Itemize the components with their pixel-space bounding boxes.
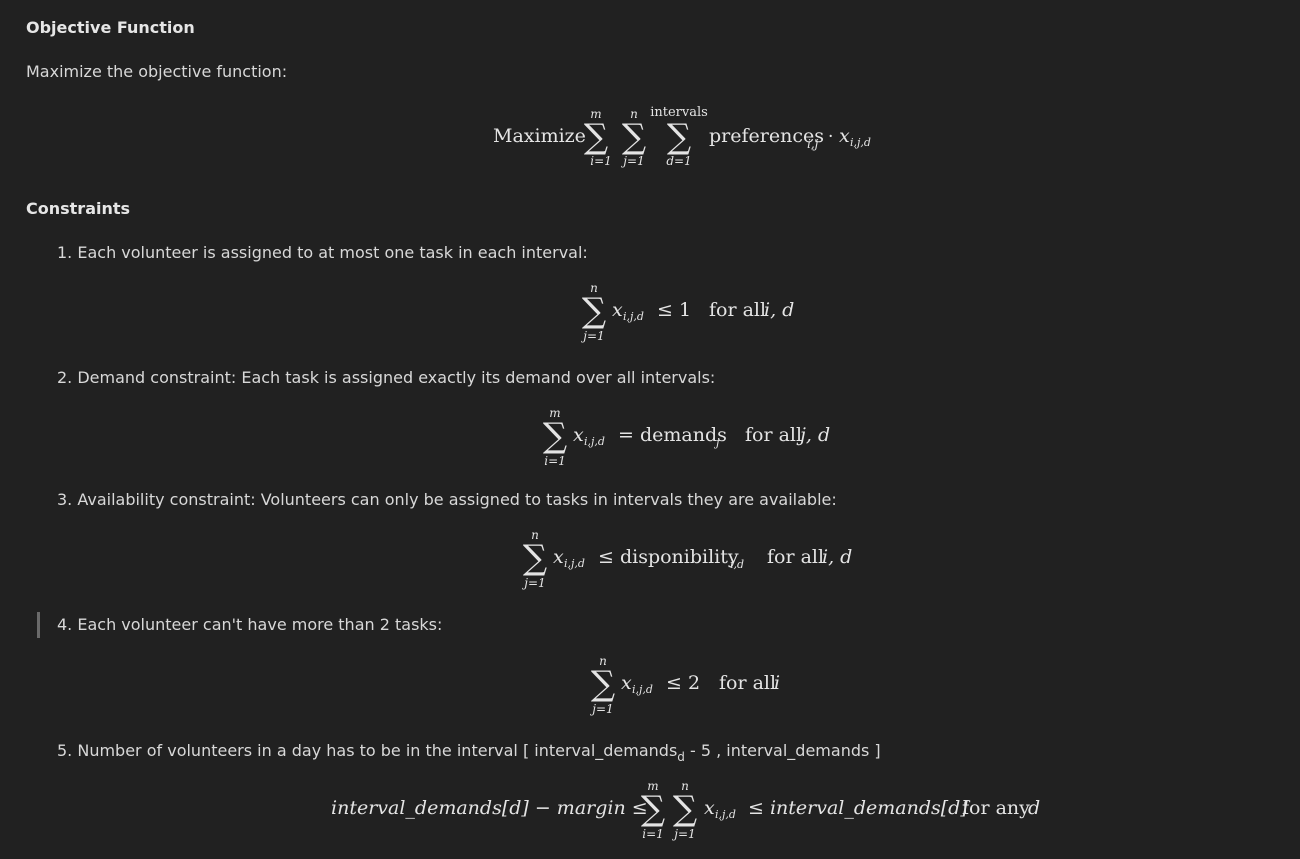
c5-right-expression: ≤ interval_demands[d] (748, 797, 968, 819)
c1-indices: i, d (764, 299, 794, 321)
sum1-lower: i=1 (590, 154, 612, 168)
objective-heading: Objective Function (26, 18, 195, 37)
c5-label-pre: 5. Number of volunteers in a day has to … (57, 741, 678, 760)
c3-x-subscript: i,j,d (564, 557, 585, 570)
constraint-5-label: 5. Number of volunteers in a day has to … (57, 741, 881, 764)
c2-qualifier: for all (745, 424, 802, 446)
sum2-lower: j=1 (620, 154, 644, 168)
c3-relation-subscript: i,d (730, 558, 744, 571)
c2-x-variable: x (573, 424, 584, 446)
c3-sum-lower: j=1 (521, 576, 545, 590)
sum3-sigma: ∑ (667, 117, 691, 157)
c5-sum2-sigma: ∑ (673, 789, 697, 829)
c4-relation: ≤ 2 (666, 672, 700, 694)
constraint-3-label: 3. Availability constraint: Volunteers c… (57, 490, 837, 509)
c5-indices: d (1028, 797, 1040, 819)
sum3-lower: d=1 (666, 154, 691, 168)
constraint-3-formula: n ∑ j=1 x i,j,d ≤ disponibility i,d for … (521, 528, 852, 590)
c3-sigma: ∑ (523, 538, 547, 578)
c5-label-subscript: d (677, 750, 685, 764)
constraint-5-formula: interval_demands[d] − margin ≤ m ∑ i=1 n… (331, 779, 1040, 841)
c5-sum1-lower: i=1 (642, 827, 664, 841)
multiply-dot: · (828, 127, 833, 147)
c5-sum2-lower: j=1 (671, 827, 695, 841)
c2-sum-lower: i=1 (544, 454, 566, 468)
c4-x-variable: x (621, 672, 632, 694)
c1-x-subscript: i,j,d (623, 310, 644, 323)
objective-description: Maximize the objective function: (26, 62, 288, 81)
constraint-1-formula: n ∑ j=1 x i,j,d ≤ 1 for all i, d (580, 281, 794, 343)
c4-sigma: ∑ (591, 664, 615, 704)
c5-label-post: - 5 , interval_demands ] (684, 741, 881, 760)
c5-x-subscript: i,j,d (715, 808, 736, 821)
objective-formula: Maximize m ∑ i=1 n ∑ j=1 intervals ∑ d=1… (493, 105, 871, 168)
sum1-sigma: ∑ (584, 117, 608, 157)
constraint-1-label: 1. Each volunteer is assigned to at most… (57, 243, 588, 262)
c4-sum-lower: j=1 (589, 702, 613, 716)
c1-x-variable: x (612, 299, 623, 321)
c2-relation: = demands (618, 424, 727, 446)
preferences-subscript: i,j (807, 137, 819, 151)
c4-x-subscript: i,j,d (632, 683, 653, 696)
c4-indices: i (774, 672, 780, 694)
constraint-4-formula: n ∑ j=1 x i,j,d ≤ 2 for all i (589, 654, 780, 716)
sum2-sigma: ∑ (622, 117, 646, 157)
constraint-4-label: 4. Each volunteer can't have more than 2… (57, 615, 443, 634)
blockquote-bar (37, 612, 40, 638)
c5-qualifier: for any (962, 797, 1030, 819)
x-variable: x (839, 125, 850, 147)
c2-sigma: ∑ (543, 416, 567, 456)
c3-qualifier: for all (767, 546, 824, 568)
c3-x-variable: x (553, 546, 564, 568)
x-subscript: i,j,d (850, 136, 871, 149)
c1-relation: ≤ 1 (657, 299, 691, 321)
c1-qualifier: for all (709, 299, 766, 321)
c5-x-variable: x (704, 797, 715, 819)
c1-sum-lower: j=1 (580, 329, 604, 343)
c3-indices: i, d (822, 546, 852, 568)
c2-x-subscript: i,j,d (584, 435, 605, 448)
constraint-2-formula: m ∑ i=1 x i,j,d = demands j for all j, d (543, 406, 830, 468)
c3-relation: ≤ disponibility (598, 546, 739, 568)
c4-qualifier: for all (719, 672, 776, 694)
constraint-2-label: 2. Demand constraint: Each task is assig… (57, 368, 716, 387)
constraints-heading: Constraints (26, 199, 131, 218)
maximize-word: Maximize (493, 125, 586, 147)
c1-sigma: ∑ (582, 291, 606, 331)
c5-left-expression: interval_demands[d] − margin ≤ (331, 797, 648, 819)
c2-indices: j, d (796, 424, 830, 446)
c5-sum1-sigma: ∑ (641, 789, 665, 829)
